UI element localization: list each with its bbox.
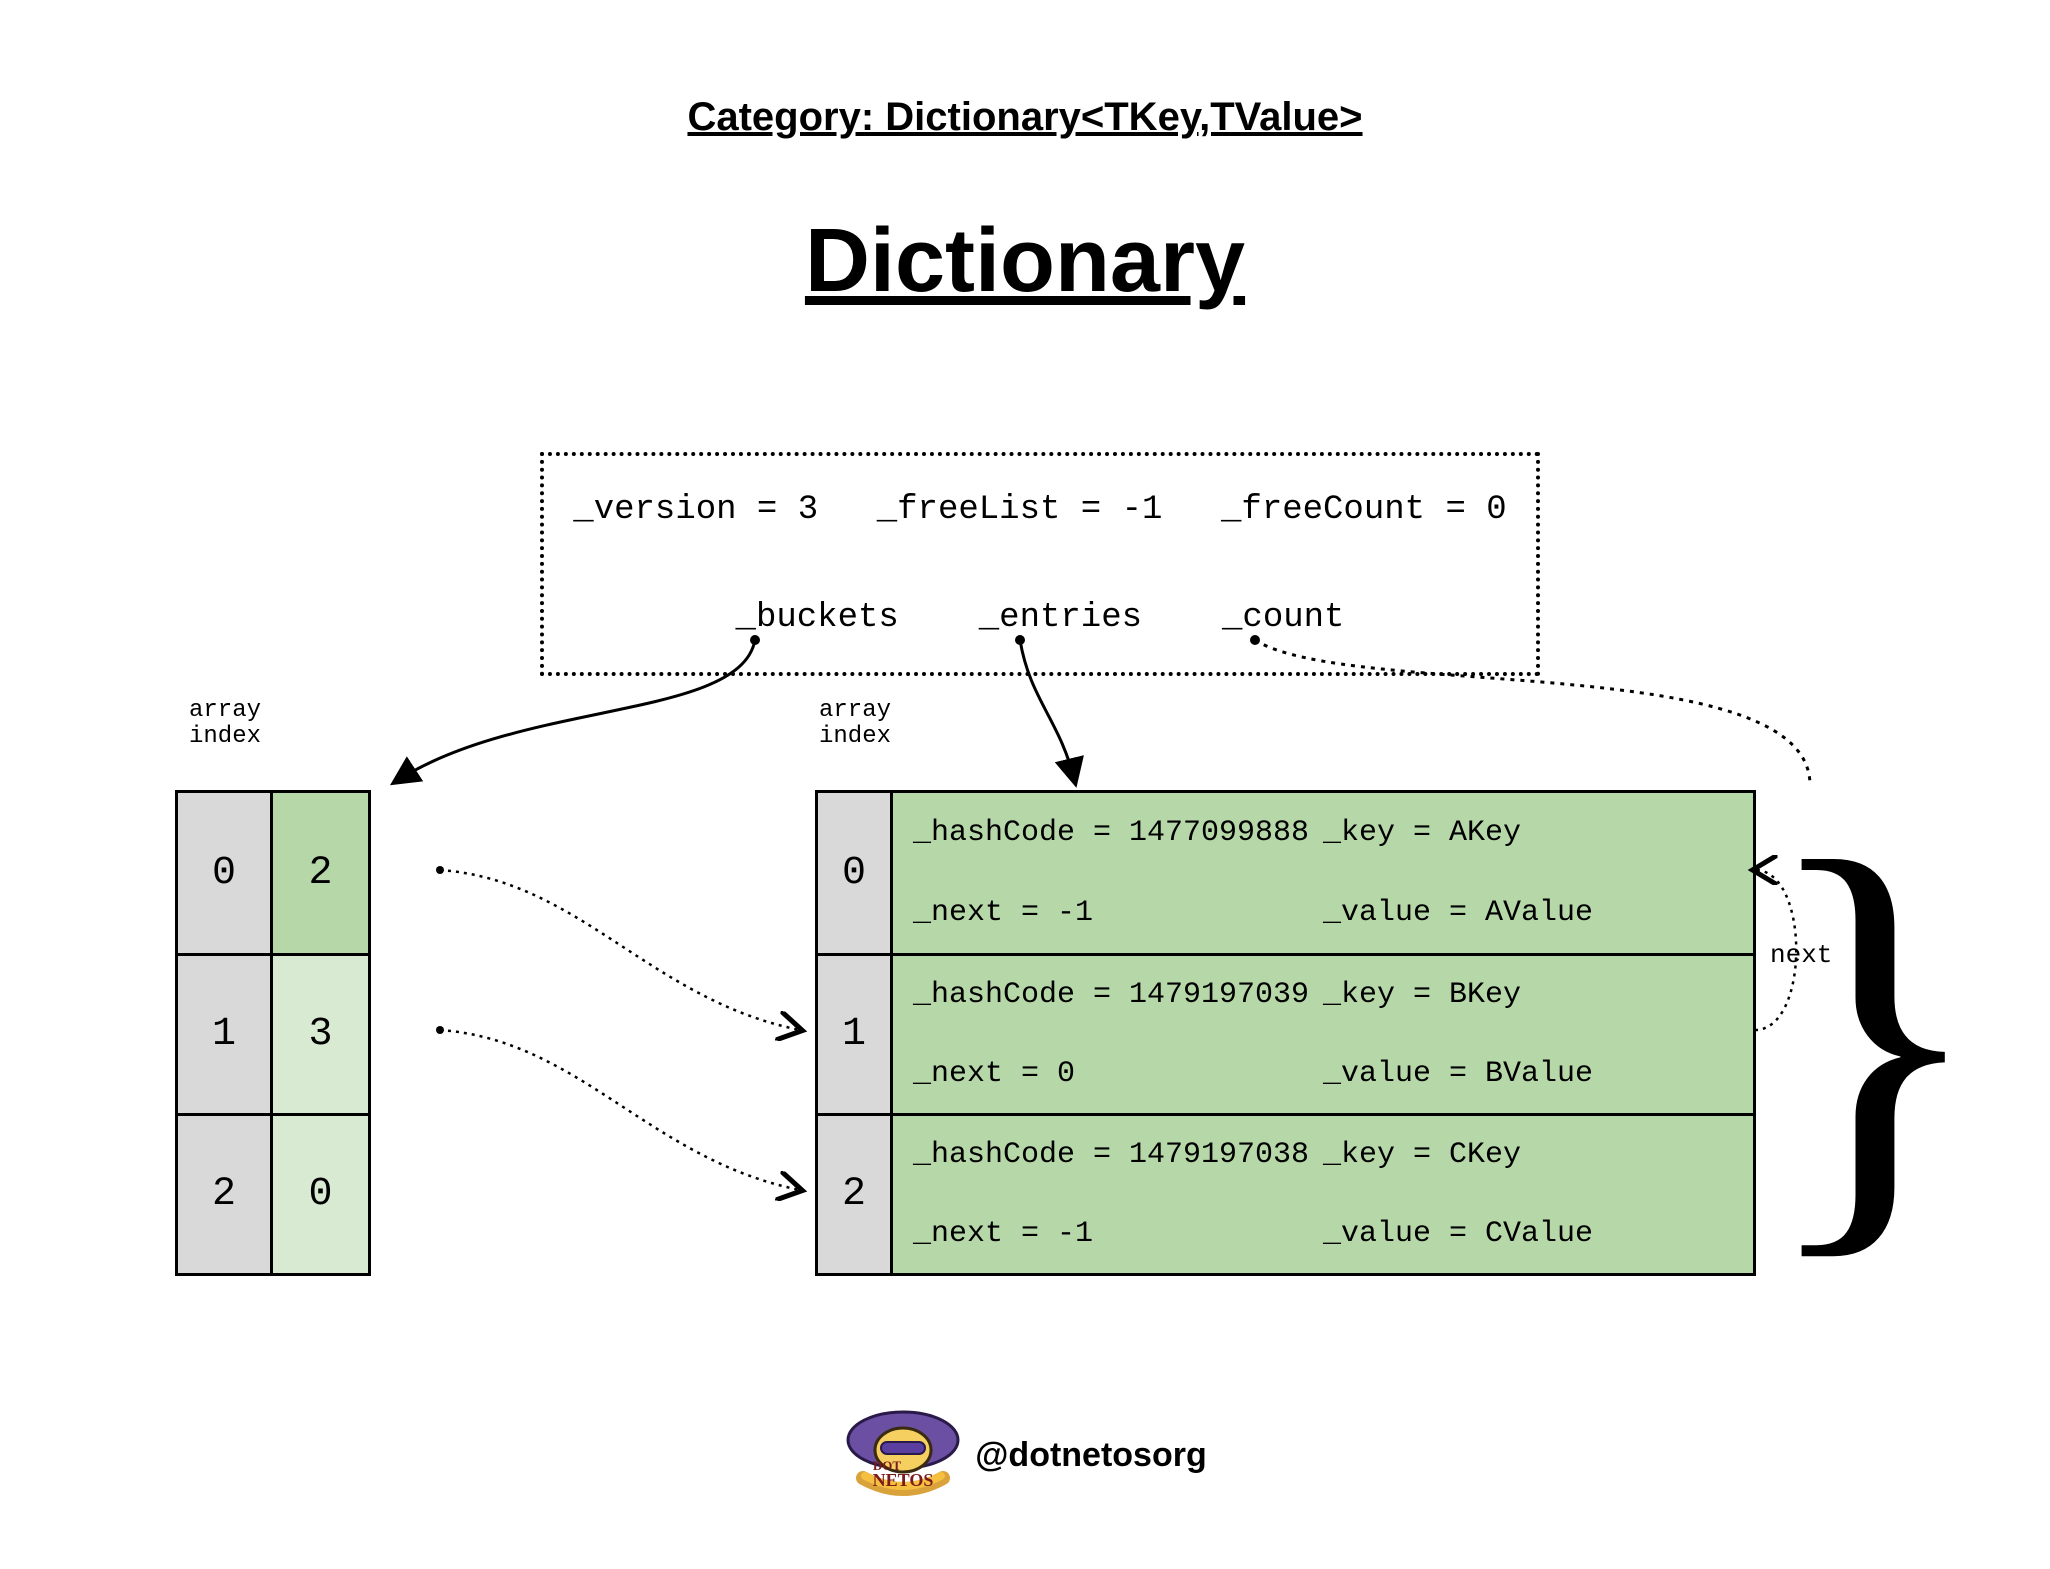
table-row: 2 _hashCode = 1479197038 _key = CKey _ne… xyxy=(818,1113,1753,1273)
entry-key: _key = CKey xyxy=(1323,1138,1733,1172)
field-version: _version = 3 xyxy=(573,491,818,529)
entry-next: _next = 0 xyxy=(913,1057,1323,1091)
bucket-value-cell: 3 xyxy=(273,953,368,1113)
entry-body: _hashCode = 1479197039 _key = BKey _next… xyxy=(893,953,1753,1113)
bucket-value-cell: 0 xyxy=(273,1113,368,1273)
table-row: 1 _hashCode = 1479197039 _key = BKey _ne… xyxy=(818,953,1753,1113)
bucket-index-cell: 1 xyxy=(178,953,273,1113)
dotnetos-logo-icon: NETOS DOT xyxy=(843,1400,963,1510)
entry-index-cell: 0 xyxy=(818,793,893,953)
table-row: 1 3 xyxy=(178,953,368,1113)
field-entries: _entries xyxy=(979,599,1142,637)
field-count: _count xyxy=(1222,599,1344,637)
bucket-value-cell: 2 xyxy=(273,793,368,953)
entry-key: _key = AKey xyxy=(1323,816,1733,850)
page-title: Dictionary xyxy=(0,210,2050,313)
entry-index-cell: 1 xyxy=(818,953,893,1113)
entry-hashcode: _hashCode = 1479197039 xyxy=(913,978,1323,1012)
bucket-index-cell: 2 xyxy=(178,1113,273,1273)
table-row: 2 0 xyxy=(178,1113,368,1273)
bucket-index-cell: 0 xyxy=(178,793,273,953)
category-heading: Category: Dictionary<TKey,TValue> xyxy=(0,95,2050,140)
field-freelist: _freeList = -1 xyxy=(877,491,1163,529)
entry-body: _hashCode = 1479197038 _key = CKey _next… xyxy=(893,1113,1753,1273)
entry-body: _hashCode = 1477099888 _key = AKey _next… xyxy=(893,793,1753,953)
entry-hashcode: _hashCode = 1477099888 xyxy=(913,816,1323,850)
table-row: 0 2 xyxy=(178,793,368,953)
struct-field-row-top: _version = 3 _freeList = -1 _freeCount =… xyxy=(544,456,1536,564)
brace-icon: ⏟ xyxy=(791,762,899,786)
entry-next: _next = -1 xyxy=(913,896,1323,930)
entries-table: 0 _hashCode = 1477099888 _key = AKey _ne… xyxy=(815,790,1756,1276)
entry-hashcode: _hashCode = 1479197038 xyxy=(913,1138,1323,1172)
entry-value: _value = AValue xyxy=(1323,896,1733,930)
svg-text:DOT: DOT xyxy=(873,1458,902,1473)
struct-field-row-bottom: _buckets _entries _count xyxy=(544,564,1536,672)
brace-icon: ⏟ xyxy=(162,762,288,786)
footer: NETOS DOT @dotnetosorg xyxy=(0,1400,2050,1515)
svg-text:NETOS: NETOS xyxy=(873,1470,934,1490)
entry-value: _value = BValue xyxy=(1323,1057,1733,1091)
field-buckets: _buckets xyxy=(736,599,899,637)
entry-key: _key = BKey xyxy=(1323,978,1733,1012)
entry-value: _value = CValue xyxy=(1323,1217,1733,1251)
entry-next: _next = -1 xyxy=(913,1217,1323,1251)
entry-index-cell: 2 xyxy=(818,1113,893,1273)
table-row: 0 _hashCode = 1477099888 _key = AKey _ne… xyxy=(818,793,1753,953)
buckets-table: 0 2 1 3 2 0 xyxy=(175,790,371,1276)
count-brace-icon: } xyxy=(1758,790,1818,1270)
field-freecount: _freeCount = 0 xyxy=(1221,491,1507,529)
dictionary-struct-box: _version = 3 _freeList = -1 _freeCount =… xyxy=(540,452,1540,676)
twitter-handle: @dotnetosorg xyxy=(975,1436,1206,1475)
next-label: next xyxy=(1770,940,1832,970)
